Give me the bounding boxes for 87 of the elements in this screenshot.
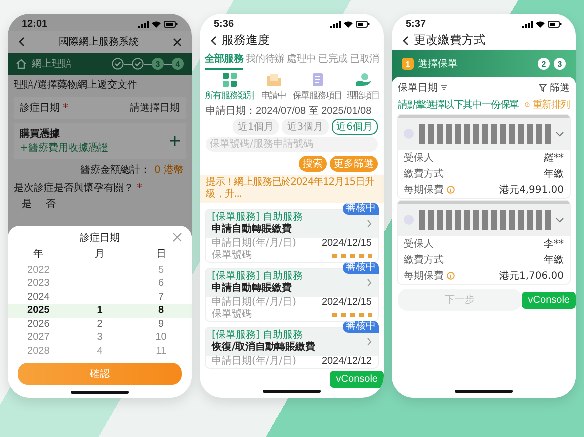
tab[interactable]: 全部服務 [205,52,244,70]
receipt-hint[interactable]: +醫療費用收據憑證 [20,141,108,155]
date-label: 申請日期(年/月/日) [212,238,297,250]
field-label: 每期保費 [404,184,444,197]
date-range: 申請日期：2024/07/08 至 2025/01/08 [205,104,373,118]
field-value: 港元4,991.00 [499,184,564,197]
picker-row[interactable]: 2026 2 9 [8,318,192,331]
picker-row[interactable]: 2022 5 [8,264,192,277]
service-category: [保單服務] 自助服務 [212,271,303,282]
status-time: 12:01 [22,19,48,30]
category-label[interactable]: 保單服務項目 [292,90,342,102]
policy-label: 保單號碼 [212,250,252,262]
category-label[interactable]: 所有服務類別 [204,90,254,102]
filter-button[interactable]: 更多篩選 [330,156,378,172]
picker-row[interactable]: 2027 3 10 [8,331,192,344]
step-number: 3 [554,58,566,70]
instruction-text: 請點擊選擇以下其中一份保單 [398,98,519,112]
date-field[interactable]: 診症日期 * 請選擇日期 [14,97,186,119]
screen-title: 國際網上服務系統 [59,36,139,49]
confirm-button[interactable]: 確認 [18,363,182,385]
field-label: 受保人 [404,152,434,165]
step-caption: 選擇保單 [418,58,458,71]
period-chip[interactable]: 近3個月 [282,119,329,135]
filter-label[interactable]: 篩選 [550,81,570,95]
tab[interactable]: 已取消 [350,52,379,70]
category-label[interactable]: 理賠項目 [347,90,380,102]
status-badge: 審核中 [343,262,379,274]
screen-title: 更改繳費方式 [414,32,486,49]
service-category: [保單服務] 自助服務 [212,212,303,224]
total-value: 0 港幣 [154,164,184,177]
policy-label: 保單號碼 [212,309,252,321]
date-value: 2024/12/15 [322,238,372,250]
answer-option[interactable]: 是 [22,197,32,211]
total-label: 醫療金額總計： [80,164,150,177]
status-badge: 審核中 [343,321,379,333]
tab[interactable]: 已完成 [318,52,348,70]
date-label: 申請日期(年/月/日) [212,297,297,308]
step-number: 2 [538,58,550,70]
date-label: 申請日期(年/月/日) [212,356,297,368]
date-value: 2024/12/15 [322,297,372,309]
field-value: 年繳 [544,254,564,267]
search-button[interactable]: 搜索 [299,156,327,172]
picker-column-header: 日 [155,248,168,262]
question-label: 是次診症是否與懷孕有關？ * [13,182,144,196]
service-title: 申請自動轉賬繳費 [212,224,293,236]
date-value: 2024/12/12 [322,356,372,368]
step-number: 3 [152,58,164,70]
service-title: 申請自動轉賬繳費 [212,283,293,295]
screen-title: 服務進度 [222,32,270,49]
console-button[interactable]: vConsole [522,292,576,308]
field-label: 每期保費 [404,270,444,283]
field-value: 年繳 [544,168,564,181]
reset-link[interactable]: 重新排列 [532,98,570,112]
policy-card[interactable]: 受保人 李** 繳費方式 年繳 每期保費 港元1,706.00 [398,201,570,284]
period-chip[interactable]: 近1個月 [232,119,280,135]
receipt-title: 購買憑據 [20,128,61,141]
picker-row[interactable]: 2023 6 [8,277,192,290]
field-label: 繳費方式 [404,168,444,181]
sort-label[interactable]: 保單日期 [398,81,438,95]
tab[interactable]: 處理中 [287,52,316,70]
category-label[interactable]: 申請中 [261,90,286,102]
step-number: 1 [402,58,414,70]
breadcrumb: 理賠/選擇藥物網上遞交文件 [13,78,138,93]
period-chip[interactable]: 近6個月 [332,119,378,135]
status-time: 5:36 [214,19,234,30]
field-value: 羅** [544,152,564,165]
service-title: 恢復/取消自動轉賬繳費 [212,342,316,354]
answer-option[interactable]: 否 [46,197,56,211]
status-badge: 審核中 [343,203,379,215]
field-value: 李** [544,238,564,251]
policy-card[interactable]: 受保人 羅** 繳費方式 年繳 每期保費 港元4,991.00 [398,115,570,198]
status-time: 5:37 [406,19,426,30]
picker-row[interactable]: 2025 1 8 [8,304,192,318]
field-value: 港元1,706.00 [499,270,564,283]
picker-row[interactable]: 2028 4 11 [8,344,192,358]
notice-banner[interactable]: 提示！網上服務已於2024年12月15日升級，升... [200,175,384,203]
picker-title: 診症日期 [80,233,120,244]
field-label: 受保人 [404,238,434,251]
banner-label: 網上理賠 [32,58,72,71]
tab[interactable]: 我的待辦 [246,52,284,70]
step-number: 4 [172,58,184,70]
console-button[interactable]: vConsole [330,371,384,388]
picker-row[interactable]: 2024 7 [8,290,192,304]
picker-column-header: 月 [94,248,106,262]
field-label: 繳費方式 [404,254,444,267]
service-category: [保單服務] 自助服務 [212,330,304,342]
picker-column-header: 年 [32,248,45,262]
